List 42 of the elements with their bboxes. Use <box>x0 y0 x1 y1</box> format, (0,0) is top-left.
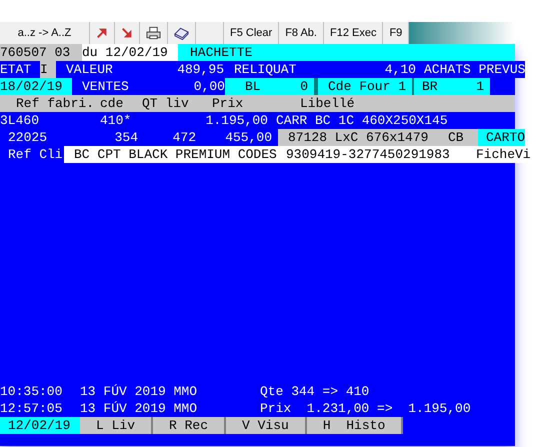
function-key-button[interactable]: F9 <box>383 22 410 44</box>
printer-icon <box>146 26 161 40</box>
column-header: Libellé <box>300 95 356 112</box>
summary-cell: 0 <box>280 78 314 95</box>
book-icon <box>174 26 189 40</box>
summary-cell: BL <box>225 78 280 95</box>
summary-cell: I <box>40 61 56 78</box>
history-text: 10:35:00 <box>0 383 64 400</box>
function-key-button[interactable]: F8 Ab. <box>279 22 324 44</box>
history-text: 13 FÚV 2019 MMO <box>80 400 198 417</box>
reference-text: Ref Cli <box>0 146 64 163</box>
status-date: 12/02/19 <box>0 417 80 434</box>
function-key-button[interactable]: F5 Clear <box>224 22 280 44</box>
column-header: Ref fabri. <box>15 95 96 112</box>
function-key-button[interactable]: H Histo <box>306 417 404 434</box>
table-cell: CB <box>448 129 478 146</box>
column-header: Prix <box>212 95 244 112</box>
table-cell: 87128 LxC 676x1479 <box>278 129 448 146</box>
sort-button[interactable]: a..z -> A..Z <box>0 22 90 44</box>
arrow-icon <box>96 26 108 40</box>
history-text: Prix 1.231,00 => 1.195,00 <box>260 400 472 417</box>
summary-cell: 1 <box>466 78 490 95</box>
column-header: cde <box>100 95 124 112</box>
history-text: 12:57:05 <box>0 400 64 417</box>
summary-cell: du 12/02/19 <box>82 44 178 61</box>
pin-button[interactable] <box>90 22 115 44</box>
column-header: QT liv <box>142 95 190 112</box>
summary-cell: 18/02/19 <box>0 78 72 95</box>
print-button[interactable] <box>140 22 168 44</box>
summary-cell: 760507 03 <box>0 44 82 61</box>
function-key-button[interactable]: R Rec <box>153 417 226 434</box>
history-text: 13 FÚV 2019 MMO <box>80 383 198 400</box>
book-button[interactable] <box>168 22 196 44</box>
summary-cell: BR <box>412 78 466 95</box>
summary-cell: Cde Four 1 <box>314 78 412 95</box>
arrow-button[interactable] <box>115 22 140 44</box>
function-key-button[interactable]: L Liv <box>80 417 154 434</box>
arrow-icon <box>121 26 133 40</box>
function-key-button[interactable]: F12 Exec <box>324 22 384 44</box>
history-text: Qte 344 => 410 <box>260 383 370 400</box>
function-key-button[interactable]: V Visu <box>226 417 307 434</box>
table-cell: CARTO <box>478 129 526 146</box>
